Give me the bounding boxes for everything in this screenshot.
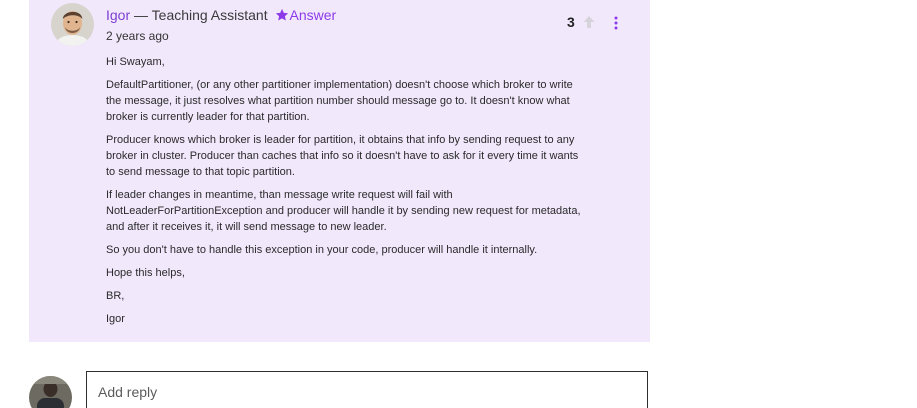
answer-paragraph: Hope this helps, [106, 267, 185, 279]
answer-paragraph: Hi Swayam, [106, 56, 165, 68]
answer-paragraph: Producer knows which broker is leader fo… [106, 134, 579, 178]
star-icon [275, 8, 289, 26]
user-avatar [29, 376, 72, 408]
answer-paragraph: Igor [106, 313, 125, 325]
vote-count: 3 [567, 14, 575, 30]
author-avatar[interactable] [51, 3, 94, 46]
answer-paragraph: BR, [106, 290, 125, 302]
answer-paragraph: If leader changes in meantime, than mess… [106, 189, 581, 233]
author-role: — Teaching Assistant [130, 7, 272, 23]
author-name[interactable]: Igor [106, 7, 130, 23]
reply-input[interactable] [86, 371, 648, 408]
more-vertical-icon[interactable] [611, 15, 621, 30]
answer-paragraph: DefaultPartitioner, (or any other partit… [106, 79, 573, 123]
page: Igor — Teaching Assistant Answer 2 years… [0, 0, 917, 408]
answer-body: Hi Swayam, DefaultPartitioner, (or any o… [106, 54, 626, 334]
author-line: Igor — Teaching Assistant Answer [106, 6, 336, 26]
arrow-up-icon[interactable] [582, 14, 596, 30]
answer-paragraph: So you don't have to handle this excepti… [106, 244, 538, 256]
timestamp: 2 years ago [106, 29, 169, 43]
answer-badge: Answer [289, 7, 337, 23]
